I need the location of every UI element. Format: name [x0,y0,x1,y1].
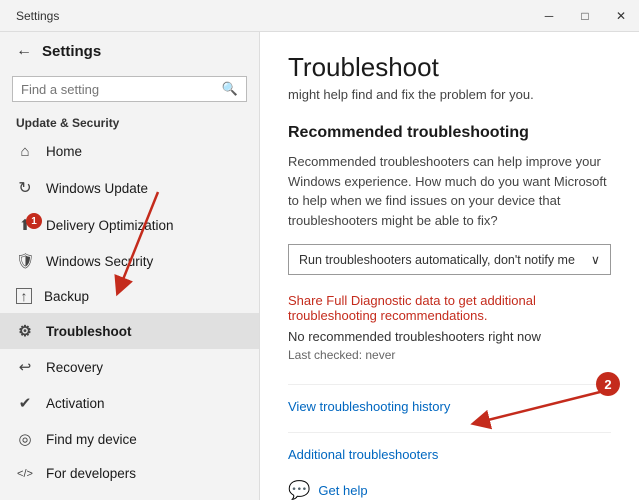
last-checked-text: Last checked: never [288,348,611,362]
search-input[interactable] [21,82,216,97]
sidebar-title: Settings [42,43,101,60]
sidebar-item-for-developers[interactable]: </> For developers [0,457,259,490]
sidebar-item-label: Troubleshoot [46,324,132,339]
troubleshoot-dropdown[interactable]: Run troubleshooters automatically, don't… [288,244,611,275]
sidebar-item-label: Delivery Optimization [46,218,174,233]
view-history-link[interactable]: View troubleshooting history [288,399,611,414]
get-help-row: 💬 Get help [288,480,611,500]
sidebar-item-label: Home [46,144,82,159]
no-troubleshooters-text: No recommended troubleshooters right now [288,329,611,344]
divider2 [288,432,611,433]
sidebar-item-label: Activation [46,396,105,411]
get-help-icon: 💬 [288,480,310,500]
page-title: Troubleshoot [288,52,611,83]
activation-icon: ✔ [16,394,34,412]
search-icon: 🔍 [222,81,238,97]
recommended-heading: Recommended troubleshooting [288,124,611,142]
sidebar-item-backup[interactable]: ↑ Backup [0,279,259,313]
share-diagnostic-link[interactable]: Share Full Diagnostic data to get additi… [288,293,611,323]
security-icon: 🛡 [16,252,34,270]
minimize-button[interactable]: ─ [531,2,567,30]
sidebar-item-find-my-device[interactable]: ◎ Find my device [0,421,259,457]
close-button[interactable]: ✕ [603,2,639,30]
back-button[interactable]: ← [16,42,32,60]
sidebar-item-home[interactable]: ⌂ Home [0,134,259,169]
notification-badge: 1 [26,213,42,229]
divider [288,384,611,385]
page-subtitle: might help find and fix the problem for … [288,87,611,102]
additional-troubleshooters-link[interactable]: Additional troubleshooters [288,447,611,462]
sidebar-item-label: Windows Security [46,254,153,269]
sidebar-item-windows-security[interactable]: 🛡 Windows Security [0,243,259,279]
sidebar-item-label: Backup [44,289,89,304]
sidebar-item-label: For developers [46,466,136,481]
titlebar: Settings ─ □ ✕ [0,0,639,32]
sidebar-item-recovery[interactable]: ↩ Recovery [0,349,259,385]
sidebar-item-activation[interactable]: ✔ Activation [0,385,259,421]
get-help-link[interactable]: Get help [318,483,367,498]
update-icon: ↻ [16,178,34,198]
sidebar-item-troubleshoot[interactable]: ⚙ Troubleshoot [0,313,259,349]
recommended-desc: Recommended troubleshooters can help imp… [288,152,611,230]
section-title: Update & Security [0,110,259,134]
sidebar-item-label: Recovery [46,360,103,375]
search-box[interactable]: 🔍 [12,76,247,102]
recovery-icon: ↩ [16,358,34,376]
backup-icon: ↑ [16,288,32,304]
window-title: Settings [16,9,59,23]
find-device-icon: ◎ [16,430,34,448]
home-icon: ⌂ [16,143,34,160]
developer-icon: </> [16,468,34,480]
sidebar: ← Settings 🔍 Update & Security ⌂ Home ↻ … [0,32,260,500]
sidebar-header: ← Settings [0,32,259,70]
maximize-button[interactable]: □ [567,2,603,30]
main-content: Troubleshoot might help find and fix the… [260,32,639,500]
dropdown-value: Run troubleshooters automatically, don't… [299,253,575,267]
chevron-down-icon: ∨ [591,252,600,267]
sidebar-item-label: Find my device [46,432,137,447]
troubleshoot-icon: ⚙ [16,322,34,340]
sidebar-item-label: Windows Update [46,181,148,196]
window-controls: ─ □ ✕ [531,2,639,30]
sidebar-item-delivery-optimization[interactable]: ⬆ Delivery Optimization 1 [0,207,259,243]
sidebar-item-windows-update[interactable]: ↻ Windows Update [0,169,259,207]
